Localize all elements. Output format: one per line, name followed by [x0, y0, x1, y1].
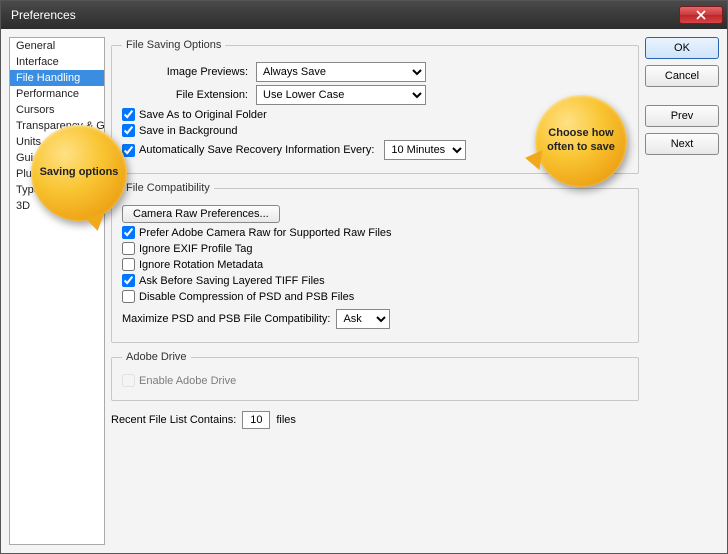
callout-choose-how-often-text: Choose how often to save: [547, 127, 615, 155]
autosave-interval-select[interactable]: 10 Minutes: [384, 140, 466, 160]
sidebar-item-file-handling[interactable]: File Handling: [10, 70, 104, 86]
prefer-acr-checkbox[interactable]: [122, 226, 135, 239]
close-icon: [696, 10, 706, 20]
adobe-drive-group: Adobe Drive Enable Adobe Drive: [111, 351, 639, 401]
file-extension-select[interactable]: Use Lower Case: [256, 85, 426, 105]
fso-legend: File Saving Options: [122, 39, 225, 51]
callout-choose-how-often: Choose how often to save: [535, 95, 627, 187]
sidebar-item-performance[interactable]: Performance: [10, 86, 104, 102]
enable-drive-checkbox: [122, 374, 135, 387]
ok-button[interactable]: OK: [645, 37, 719, 59]
image-previews-select[interactable]: Always Save: [256, 62, 426, 82]
ask-tiff-checkbox[interactable]: [122, 274, 135, 287]
next-button[interactable]: Next: [645, 133, 719, 155]
file-extension-label: File Extension:: [122, 89, 248, 101]
callout-saving-options: Saving options: [31, 125, 127, 221]
ignore-rotation-checkbox[interactable]: [122, 258, 135, 271]
save-background-checkbox[interactable]: [122, 124, 135, 137]
window-title: Preferences: [5, 8, 76, 22]
sidebar-item-cursors[interactable]: Cursors: [10, 102, 104, 118]
cancel-button[interactable]: Cancel: [645, 65, 719, 87]
sidebar-item-interface[interactable]: Interface: [10, 54, 104, 70]
ignore-rotation-label: Ignore Rotation Metadata: [139, 259, 263, 271]
maximize-compat-label: Maximize PSD and PSB File Compatibility:: [122, 313, 330, 325]
ask-tiff-label: Ask Before Saving Layered TIFF Files: [139, 275, 325, 287]
file-compatibility-group: File Compatibility Camera Raw Preference…: [111, 182, 639, 343]
sidebar-item-general[interactable]: General: [10, 38, 104, 54]
image-previews-label: Image Previews:: [122, 66, 248, 78]
dialog-buttons: OK Cancel Prev Next: [645, 37, 719, 545]
callout-saving-options-text: Saving options: [40, 166, 119, 180]
maximize-compat-select[interactable]: Ask: [336, 309, 390, 329]
recent-files-input[interactable]: [242, 411, 270, 429]
camera-raw-prefs-button[interactable]: Camera Raw Preferences...: [122, 205, 280, 223]
autosave-checkbox[interactable]: [122, 144, 135, 157]
disable-compression-label: Disable Compression of PSD and PSB Files: [139, 291, 354, 303]
recent-files-label-before: Recent File List Contains:: [111, 414, 236, 426]
save-as-original-label: Save As to Original Folder: [139, 109, 267, 121]
titlebar: Preferences: [1, 1, 727, 29]
ignore-exif-checkbox[interactable]: [122, 242, 135, 255]
close-button[interactable]: [679, 6, 723, 24]
disable-compression-checkbox[interactable]: [122, 290, 135, 303]
prefer-acr-label: Prefer Adobe Camera Raw for Supported Ra…: [139, 227, 392, 239]
category-sidebar: General Interface File Handling Performa…: [9, 37, 105, 545]
ignore-exif-label: Ignore EXIF Profile Tag: [139, 243, 253, 255]
save-as-original-checkbox[interactable]: [122, 108, 135, 121]
enable-drive-label: Enable Adobe Drive: [139, 375, 236, 387]
save-background-label: Save in Background: [139, 125, 237, 137]
fc-legend: File Compatibility: [122, 182, 214, 194]
recent-files-label-after: files: [276, 414, 296, 426]
drive-legend: Adobe Drive: [122, 351, 191, 363]
prev-button[interactable]: Prev: [645, 105, 719, 127]
autosave-label: Automatically Save Recovery Information …: [139, 144, 374, 156]
